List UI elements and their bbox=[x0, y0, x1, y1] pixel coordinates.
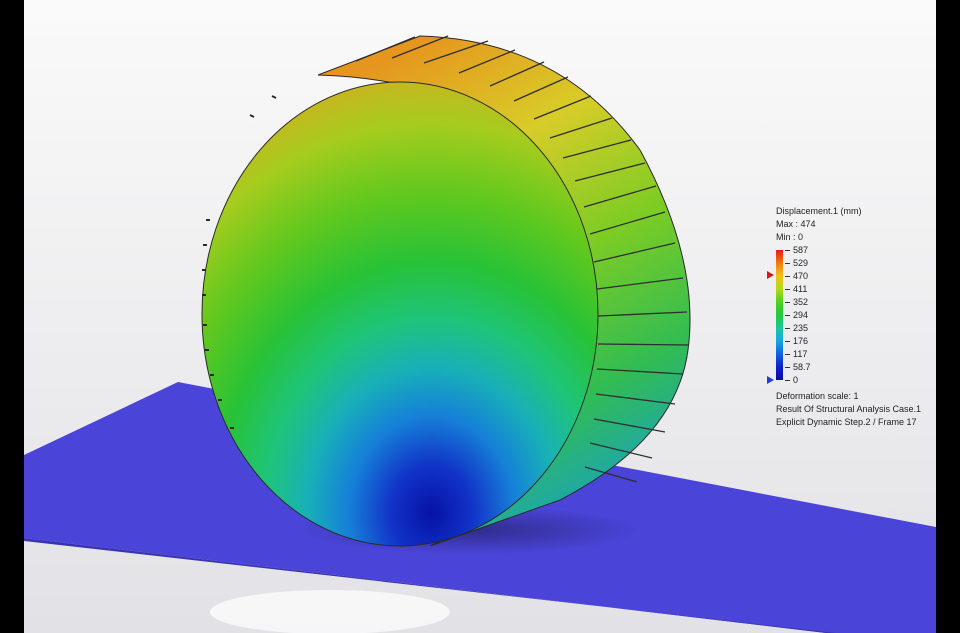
scale-label: 58.7 bbox=[793, 362, 811, 372]
scale-tick bbox=[785, 250, 790, 251]
scale-label: 411 bbox=[793, 284, 808, 294]
deformation-scale: Deformation scale: 1 bbox=[776, 391, 859, 401]
floor-reflection bbox=[210, 590, 450, 633]
scale-tick bbox=[785, 289, 790, 290]
legend-min: Min : 0 bbox=[776, 232, 804, 242]
scale-tick bbox=[785, 367, 790, 368]
scale-label: 294 bbox=[793, 310, 809, 320]
wheel-face[interactable] bbox=[201, 81, 599, 547]
scale-label: 587 bbox=[793, 245, 809, 255]
scale-tick bbox=[785, 263, 790, 264]
displacement-legend[interactable]: Displacement.1 (mm) Max : 474 Min : 0 58… bbox=[767, 205, 936, 429]
color-scale-bar bbox=[776, 250, 783, 380]
scale-tick bbox=[785, 328, 790, 329]
scale-label: 529 bbox=[793, 258, 809, 268]
min-marker-icon[interactable] bbox=[767, 376, 774, 384]
scale-tick bbox=[785, 302, 790, 303]
result-case: Result Of Structural Analysis Case.1 bbox=[776, 404, 922, 414]
legend-header: Displacement.1 (mm) Max : 474 Min : 0 bbox=[776, 205, 936, 244]
color-scale[interactable]: 587 529 470 411 352 294 235 176 117 58.7 0 bbox=[767, 245, 936, 386]
scale-tick bbox=[785, 315, 790, 316]
scale-tick bbox=[785, 276, 790, 277]
legend-title: Displacement.1 (mm) bbox=[776, 206, 862, 216]
viewport[interactable]: Displacement.1 (mm) Max : 474 Min : 0 58… bbox=[0, 0, 960, 633]
legend-footer: Deformation scale: 1 Result Of Structura… bbox=[776, 390, 936, 429]
legend-max: Max : 474 bbox=[776, 219, 816, 229]
step-frame: Explicit Dynamic Step.2 / Frame 17 bbox=[776, 417, 917, 427]
scale-tick bbox=[785, 341, 790, 342]
scale-label: 470 bbox=[793, 271, 809, 281]
scale-label: 352 bbox=[793, 297, 809, 307]
scale-label: 0 bbox=[793, 375, 799, 385]
max-marker-icon[interactable] bbox=[767, 271, 774, 280]
left-letterbox bbox=[0, 0, 24, 633]
scale-tick bbox=[785, 380, 790, 381]
scale-tick bbox=[785, 354, 790, 355]
right-letterbox bbox=[936, 0, 960, 633]
scale-label: 117 bbox=[793, 349, 808, 359]
scale-label: 176 bbox=[793, 336, 809, 346]
scale-label: 235 bbox=[793, 323, 809, 333]
